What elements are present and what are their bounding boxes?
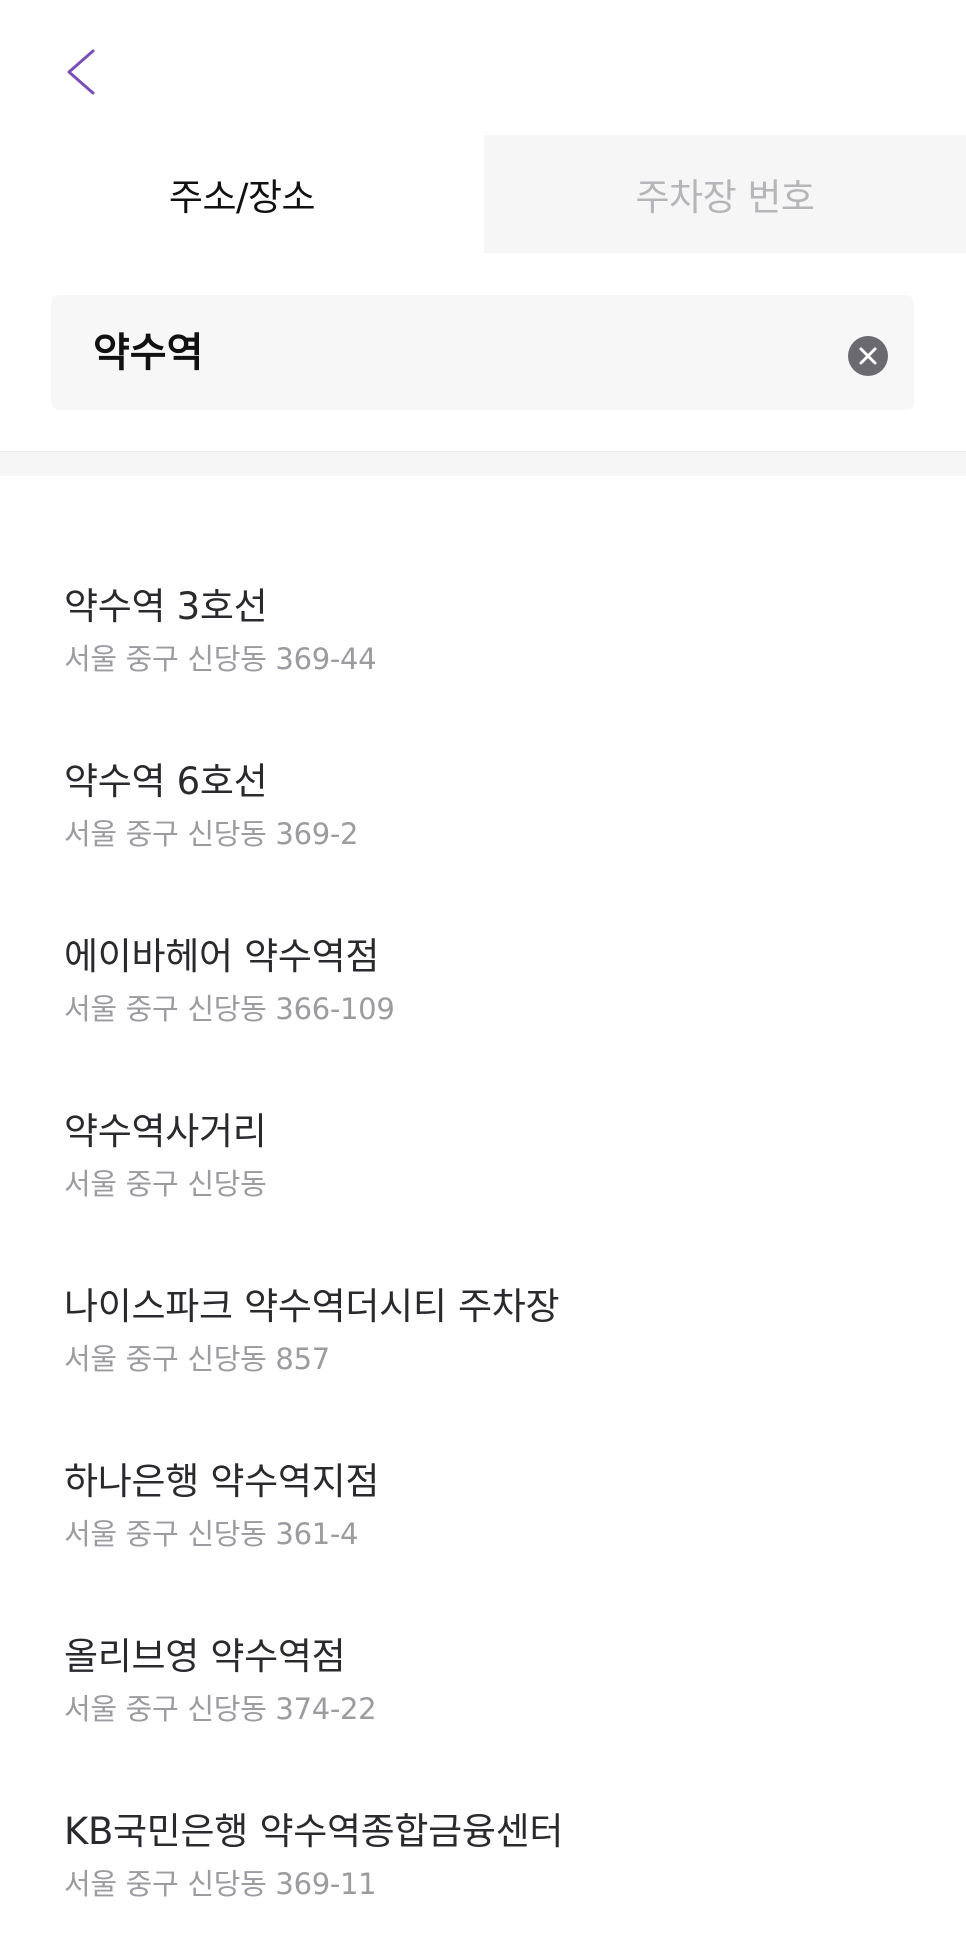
result-address: 서울 중구 신당동 369-44 [64,642,377,676]
back-button[interactable] [52,38,108,106]
clear-search-button[interactable] [848,336,888,376]
result-item[interactable]: 나이스파크 약수역더시티 주차장 서울 중구 신당동 857 [0,1248,966,1423]
search-input[interactable] [93,325,813,372]
result-address: 서울 중구 신당동 361-4 [64,1517,359,1551]
result-name: 하나은행 약수역지점 [64,1460,380,1503]
result-address: 서울 중구 신당동 374-22 [64,1692,377,1726]
result-name: 약수역 6호선 [64,760,268,803]
result-name: KB국민은행 약수역종합금융센터 [64,1810,564,1853]
tab-address-place[interactable]: 주소/장소 [0,135,484,253]
search-results-list: 약수역 3호선 서울 중구 신당동 369-44 약수역 6호선 서울 중구 신… [0,548,966,1948]
tab-parking-number[interactable]: 주차장 번호 [484,135,966,253]
search-box [51,295,914,410]
tab-bar: 주소/장소 주차장 번호 [0,135,966,253]
tab-label: 주소/장소 [168,176,316,219]
result-name: 약수역사거리 [64,1110,267,1153]
result-item[interactable]: 약수역 6호선 서울 중구 신당동 369-2 [0,723,966,898]
top-bar [0,0,966,135]
result-name: 약수역 3호선 [64,585,268,628]
result-item[interactable]: 하나은행 약수역지점 서울 중구 신당동 361-4 [0,1423,966,1598]
clear-circle-icon [859,347,877,365]
result-item[interactable]: 약수역 3호선 서울 중구 신당동 369-44 [0,548,966,723]
result-address: 서울 중구 신당동 366-109 [64,992,395,1026]
chevron-left-icon [67,49,95,95]
result-address: 서울 중구 신당동 857 [64,1342,330,1376]
result-item[interactable]: KB국민은행 약수역종합금융센터 서울 중구 신당동 369-11 [0,1773,966,1948]
result-address: 서울 중구 신당동 [64,1167,267,1201]
result-name: 올리브영 약수역점 [64,1635,346,1678]
result-item[interactable]: 에이바헤어 약수역점 서울 중구 신당동 366-109 [0,898,966,1073]
result-address: 서울 중구 신당동 369-2 [64,817,359,851]
result-name: 나이스파크 약수역더시티 주차장 [64,1285,560,1328]
tab-label: 주차장 번호 [635,176,815,219]
result-item[interactable]: 올리브영 약수역점 서울 중구 신당동 374-22 [0,1598,966,1773]
section-divider [0,451,966,476]
result-name: 에이바헤어 약수역점 [64,935,380,978]
result-item[interactable]: 약수역사거리 서울 중구 신당동 [0,1073,966,1248]
result-address: 서울 중구 신당동 369-11 [64,1867,377,1901]
